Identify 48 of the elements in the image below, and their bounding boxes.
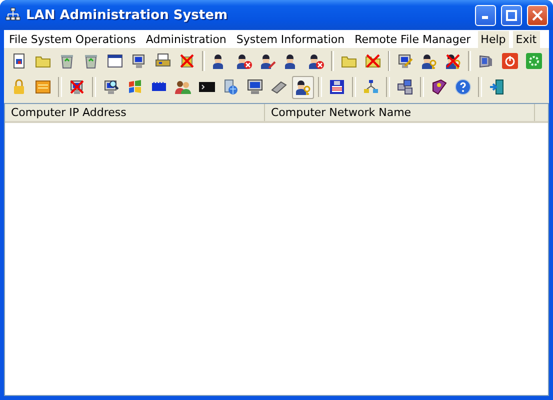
computer-edit-icon <box>397 53 414 69</box>
crossed-out-folder-icon <box>364 53 380 69</box>
user-key-icon <box>295 79 311 95</box>
recycle-bin-icon <box>83 53 99 69</box>
exit-door-icon <box>489 79 505 95</box>
note-icon <box>35 79 51 95</box>
menu-item[interactable]: Administration <box>142 30 230 48</box>
column-header[interactable]: Computer IP Address <box>5 104 265 121</box>
menu-item[interactable]: Help <box>478 30 509 48</box>
power-icon <box>502 53 518 69</box>
menu-item[interactable]: Remote File Manager <box>352 30 474 48</box>
computer-icon <box>131 53 147 69</box>
column-header[interactable]: Computer Network Name <box>265 104 535 121</box>
window-title: LAN Administration System <box>26 8 228 22</box>
user-remove-icon <box>236 53 252 69</box>
terminal-icon <box>199 79 215 95</box>
close-icon <box>532 10 543 20</box>
network-icon <box>363 79 379 95</box>
monitor-icon <box>478 53 494 69</box>
computers-icon <box>397 79 413 95</box>
toolbar-button[interactable] <box>292 76 314 98</box>
users-icon <box>175 79 191 95</box>
menu-item[interactable]: System Information <box>233 30 348 48</box>
user-edit-icon <box>260 53 276 69</box>
menu-item[interactable]: Exit <box>512 30 540 48</box>
maximize-button[interactable] <box>501 4 522 26</box>
search-icon <box>103 79 119 95</box>
crossed-out-icon <box>179 53 195 69</box>
minimize-button[interactable] <box>475 4 496 26</box>
window-icon <box>107 53 123 69</box>
help-icon <box>455 79 471 95</box>
close-button[interactable] <box>527 4 548 26</box>
lock-icon <box>11 79 27 95</box>
crossed-out-computer-icon <box>69 79 85 95</box>
menu-item[interactable]: File System Operations <box>6 30 139 48</box>
document-icon <box>11 53 27 69</box>
network-icon <box>5 7 21 23</box>
crossed-out-user-icon <box>445 53 462 69</box>
user-key-icon <box>421 53 438 69</box>
recycle-bin-icon <box>59 53 75 69</box>
user-remove-icon <box>308 53 324 69</box>
monitor-icon <box>247 79 263 95</box>
restart-icon <box>526 53 542 69</box>
flag-icon <box>127 79 143 95</box>
save-icon <box>329 79 345 95</box>
maximize-icon <box>506 10 517 20</box>
printer-icon <box>155 53 171 69</box>
memory-stick-icon <box>271 79 287 95</box>
